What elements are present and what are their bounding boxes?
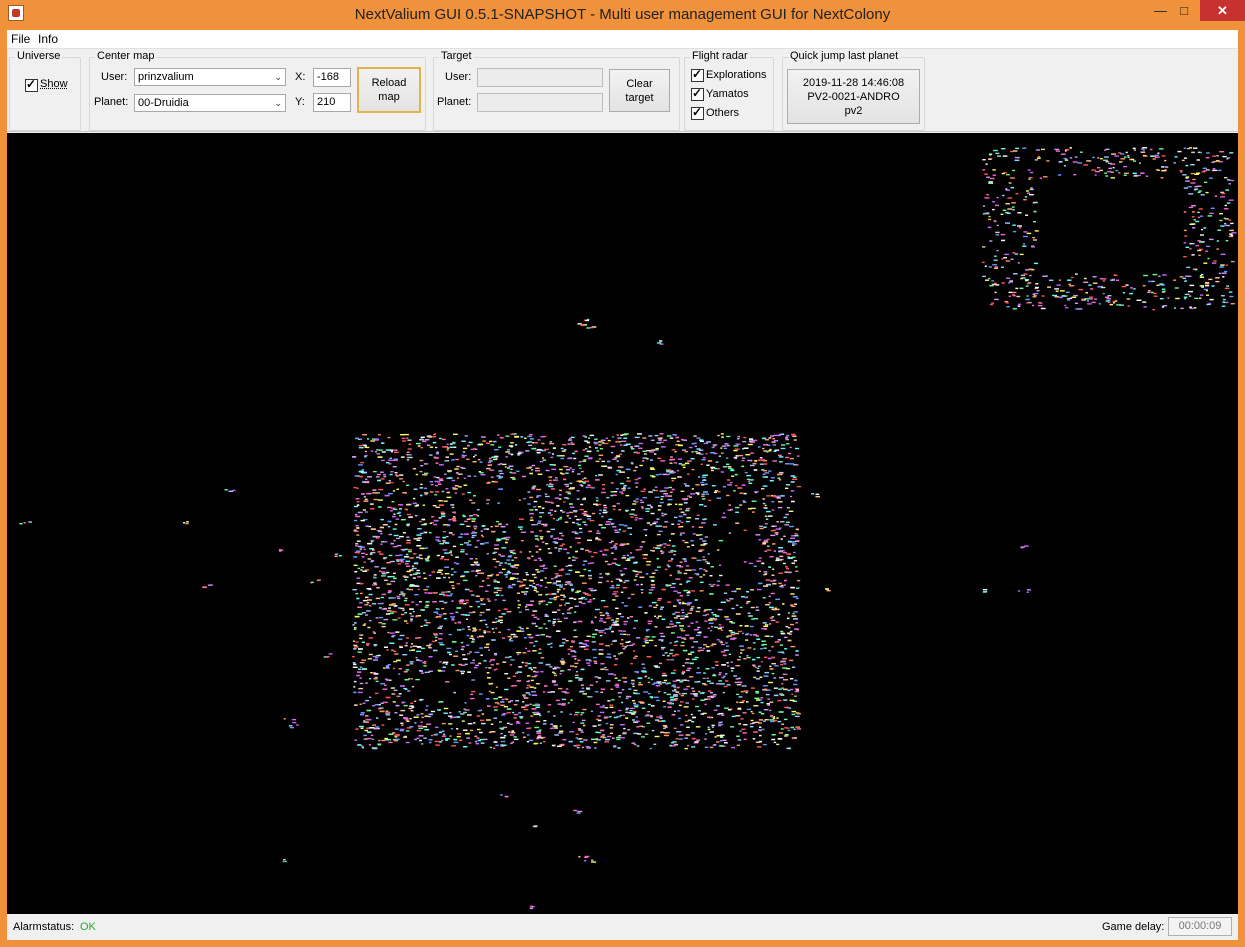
alarm-status-value: OK bbox=[80, 921, 96, 933]
alarm-status-label: Alarmstatus: bbox=[13, 921, 75, 933]
explorations-label[interactable]: Explorations bbox=[706, 69, 767, 81]
quick-jump-group: Quick jump last planet 2019-11-28 14:46:… bbox=[782, 50, 925, 131]
y-coordinate-field[interactable]: 210 bbox=[313, 93, 351, 112]
target-planet-label: Planet: bbox=[437, 96, 472, 108]
yamatos-checkbox[interactable] bbox=[691, 86, 704, 101]
yamatos-label[interactable]: Yamatos bbox=[706, 88, 749, 100]
show-universe-label[interactable]: Show bbox=[40, 78, 68, 90]
universe-map[interactable] bbox=[7, 133, 1238, 914]
close-button[interactable]: ✕ bbox=[1200, 0, 1245, 21]
title-bar[interactable]: NextValium GUI 0.5.1-SNAPSHOT - Multi us… bbox=[0, 0, 1245, 30]
center-planet-value: 00-Druidia bbox=[138, 97, 189, 109]
center-planet-select[interactable]: 00-Druidia ⌄ bbox=[134, 94, 286, 112]
clear-target-label-2: target bbox=[625, 91, 654, 104]
status-bar: Alarmstatus: OK Game delay: 00:00:09 bbox=[7, 915, 1238, 940]
target-group: Target User: Planet: Clear target bbox=[433, 50, 680, 131]
center-user-select[interactable]: prinzvalium ⌄ bbox=[134, 68, 286, 86]
reload-map-button[interactable]: Reload map bbox=[357, 67, 421, 113]
quick-jump-timestamp: 2019-11-28 14:46:08 bbox=[802, 76, 905, 89]
reload-map-label-2: map bbox=[378, 91, 400, 103]
center-map-group-title: Center map bbox=[95, 50, 157, 62]
show-universe-checkbox[interactable] bbox=[25, 77, 38, 92]
quick-jump-planet: PV2-0021-ANDRO bbox=[807, 90, 900, 103]
y-label: Y: bbox=[295, 96, 305, 108]
chevron-down-icon: ⌄ bbox=[274, 72, 282, 82]
target-user-label: User: bbox=[445, 71, 472, 83]
clear-target-label-1: Clear bbox=[626, 77, 653, 90]
flight-radar-group-title: Flight radar bbox=[690, 50, 750, 62]
center-planet-label: Planet: bbox=[94, 96, 129, 108]
menu-info[interactable]: Info bbox=[38, 32, 58, 46]
universe-group-title: Universe bbox=[15, 50, 63, 62]
minimize-button[interactable]: — bbox=[1147, 0, 1174, 21]
maximize-button[interactable]: □ bbox=[1174, 0, 1194, 21]
target-user-field[interactable] bbox=[477, 68, 603, 87]
center-user-value: prinzvalium bbox=[138, 71, 194, 83]
map-canvas[interactable] bbox=[7, 133, 1238, 914]
target-group-title: Target bbox=[439, 50, 474, 62]
game-delay-label: Game delay: bbox=[1102, 921, 1165, 933]
app-window: NextValium GUI 0.5.1-SNAPSHOT - Multi us… bbox=[0, 0, 1245, 947]
clear-target-button[interactable]: Clear target bbox=[609, 69, 670, 112]
others-label[interactable]: Others bbox=[706, 107, 739, 119]
game-delay-field: 00:00:09 bbox=[1168, 917, 1232, 936]
explorations-checkbox[interactable] bbox=[691, 67, 704, 82]
universe-group: Universe Show bbox=[9, 50, 81, 131]
center-user-label: User: bbox=[101, 71, 128, 83]
menu-bar: File Info bbox=[7, 30, 1238, 49]
center-map-group: Center map User: prinzvalium ⌄ Planet: 0… bbox=[89, 50, 426, 131]
x-coordinate-field[interactable]: -168 bbox=[313, 68, 351, 87]
others-checkbox[interactable] bbox=[691, 105, 704, 120]
target-planet-field[interactable] bbox=[477, 93, 603, 112]
flight-radar-group: Flight radar Explorations Yamatos Others bbox=[684, 50, 774, 131]
toolbar: Universe Show Center map User: prinzvali… bbox=[7, 49, 1238, 132]
quick-jump-group-title: Quick jump last planet bbox=[788, 50, 901, 62]
quick-jump-button[interactable]: 2019-11-28 14:46:08 PV2-0021-ANDRO pv2 bbox=[787, 69, 920, 124]
x-label: X: bbox=[295, 71, 306, 83]
client-area: File Info Universe Show Center map User:… bbox=[7, 30, 1238, 940]
chevron-down-icon: ⌄ bbox=[274, 98, 282, 108]
quick-jump-user: pv2 bbox=[844, 104, 863, 117]
menu-file[interactable]: File bbox=[11, 32, 30, 46]
reload-map-label-1: Reload bbox=[371, 77, 407, 89]
window-title: NextValium GUI 0.5.1-SNAPSHOT - Multi us… bbox=[354, 6, 891, 23]
